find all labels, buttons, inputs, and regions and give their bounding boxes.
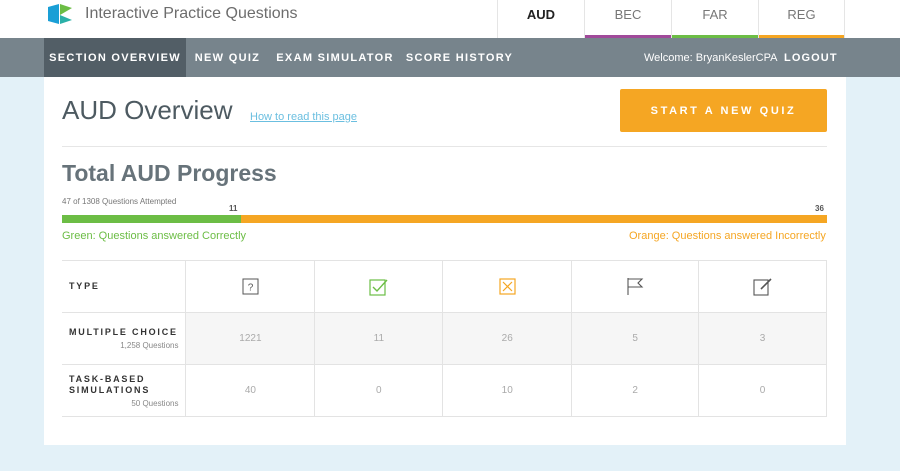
question-icon: ? (242, 278, 259, 295)
cell-correct: 0 (314, 364, 444, 417)
cell-notes: 3 (698, 312, 827, 365)
cell-total: 40 (185, 364, 316, 417)
row-question-count: 1,258 Questions (120, 341, 179, 350)
main-nav: SECTION OVERVIEW NEW QUIZ EXAM SIMULATOR… (0, 38, 900, 77)
question-stats-table: TYPE ? MULTIPLE CHOICE 1,258 Questions 1… (62, 260, 827, 417)
tab-reg-label: REG (787, 7, 816, 22)
flag-icon (627, 278, 644, 295)
note-icon (752, 278, 772, 296)
nav-new-quiz[interactable]: NEW QUIZ (186, 38, 269, 77)
check-icon (369, 278, 388, 296)
logout-link[interactable]: LOGOUT (784, 38, 838, 78)
start-new-quiz-button[interactable]: START A NEW QUIZ (620, 89, 827, 132)
tab-reg[interactable]: REG (758, 0, 845, 38)
tab-aud-label: AUD (526, 7, 556, 22)
tab-far[interactable]: FAR (671, 0, 758, 38)
legend-incorrect: Orange: Questions answered Incorrectly (629, 230, 826, 242)
page-title: AUD Overview (62, 95, 233, 125)
cell-flagged: 5 (571, 312, 700, 365)
incorrect-count-label: 36 (815, 204, 824, 213)
table-header-row: TYPE ? (62, 260, 827, 313)
welcome-text: Welcome: BryanKeslerCPA (644, 52, 778, 64)
cell-incorrect: 10 (442, 364, 573, 417)
svg-text:?: ? (248, 283, 254, 294)
header-notes-cell (698, 260, 827, 313)
legend-correct: Green: Questions answered Correctly (62, 230, 247, 242)
table-row: TASK-BASED SIMULATIONS 50 Questions 40 0… (62, 364, 827, 417)
logo-icon (48, 4, 72, 24)
top-header: Interactive Practice Questions AUD BEC F… (0, 0, 900, 38)
cell-total: 1221 (185, 312, 316, 365)
cell-notes: 0 (698, 364, 827, 417)
type-header-cell: TYPE (62, 260, 187, 313)
tab-bec[interactable]: BEC (584, 0, 671, 38)
tab-bec-label: BEC (614, 7, 642, 22)
type-header: TYPE (69, 281, 100, 291)
divider (62, 146, 827, 147)
row-label-cell: TASK-BASED SIMULATIONS 50 Questions (62, 364, 187, 417)
progress-title: Total AUD Progress (62, 160, 277, 186)
tab-aud[interactable]: AUD (497, 0, 584, 38)
cell-correct: 11 (314, 312, 444, 365)
header-incorrect-cell (442, 260, 573, 313)
correct-count-label: 11 (229, 204, 238, 213)
progress-bar-correct (62, 215, 241, 223)
table-row: MULTIPLE CHOICE 1,258 Questions 1221 11 … (62, 312, 827, 365)
header-flagged-cell (571, 260, 700, 313)
row-label-cell: MULTIPLE CHOICE 1,258 Questions (62, 312, 187, 365)
header-correct-cell (314, 260, 444, 313)
row-name: TASK-BASED SIMULATIONS (69, 373, 151, 395)
how-to-read-link[interactable]: How to read this page (250, 111, 357, 123)
header-question-cell: ? (185, 260, 316, 313)
app-title: Interactive Practice Questions (85, 5, 298, 22)
nav-score-history[interactable]: SCORE HISTORY (401, 38, 518, 77)
nav-exam-simulator[interactable]: EXAM SIMULATOR (269, 38, 401, 77)
cell-flagged: 2 (571, 364, 700, 417)
attempted-count: 47 of 1308 Questions Attempted (62, 197, 177, 206)
progress-bar (62, 215, 827, 223)
cell-incorrect: 26 (442, 312, 573, 365)
row-name: MULTIPLE CHOICE (69, 327, 178, 337)
tab-far-label: FAR (702, 7, 728, 22)
x-icon (499, 278, 516, 295)
row-question-count: 50 Questions (131, 398, 179, 408)
nav-section-overview[interactable]: SECTION OVERVIEW (44, 38, 186, 77)
